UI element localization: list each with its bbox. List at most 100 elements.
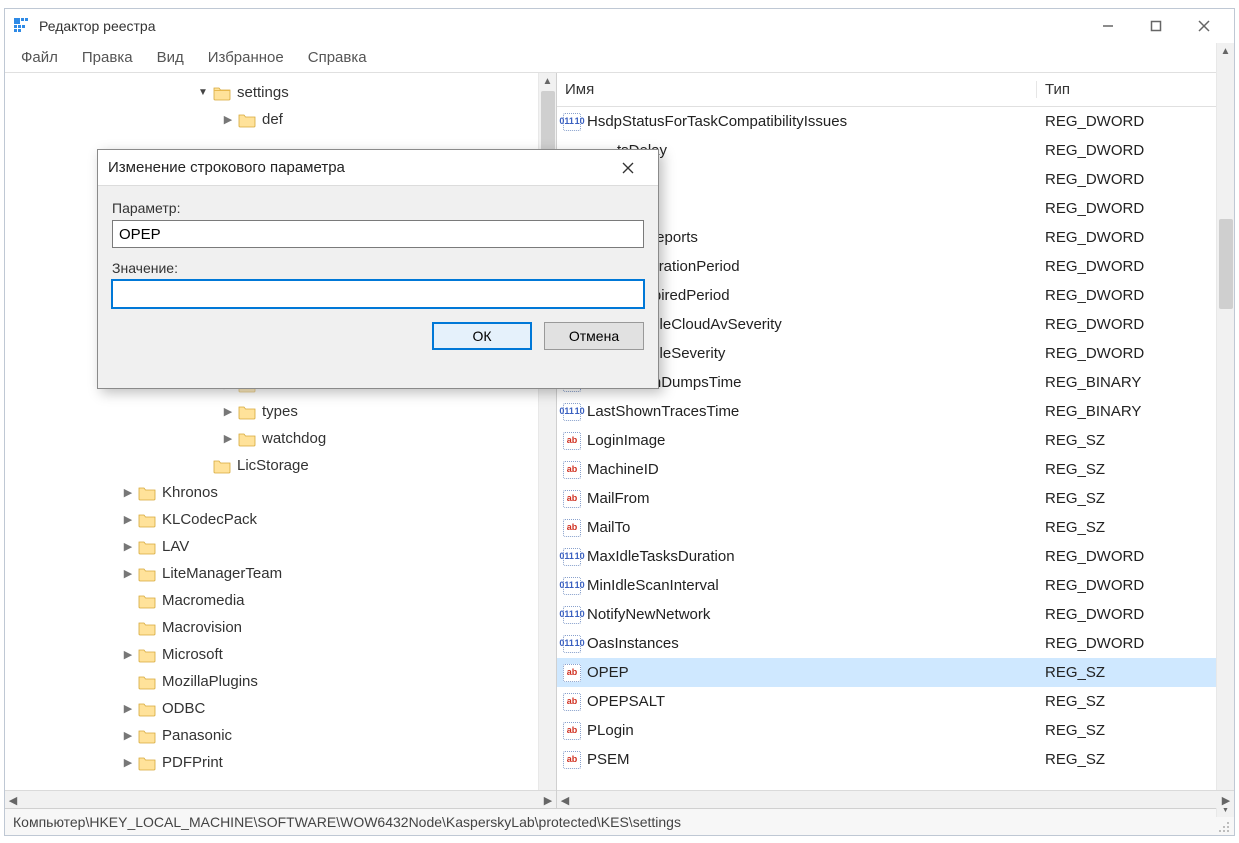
binary-value-icon: 011 10	[563, 635, 581, 653]
tree-item-label: ODBC	[162, 700, 205, 717]
expand-right-icon[interactable]: ▶	[120, 513, 136, 526]
value-name: OPEP	[587, 664, 629, 681]
dialog-close-button[interactable]	[608, 153, 648, 183]
value-row[interactable]: ab OPEP REG_SZ	[557, 658, 1234, 687]
tree-item[interactable]: ▶ def	[5, 106, 556, 133]
menu-favorites[interactable]: Избранное	[198, 45, 294, 70]
value-type: REG_DWORD	[1037, 229, 1214, 246]
value-type: REG_BINARY	[1037, 374, 1214, 391]
value-row[interactable]: 011 10OasInstancesREG_DWORD	[557, 629, 1234, 658]
string-value-icon: ab	[563, 664, 581, 682]
expand-right-icon[interactable]: ▶	[220, 432, 236, 445]
tree-item[interactable]: ▶ ODBC	[5, 695, 556, 722]
window-title: Редактор реестра	[39, 18, 156, 34]
menu-help[interactable]: Справка	[298, 45, 377, 70]
list-vertical-scrollbar[interactable]: ▲ ▼	[1216, 73, 1234, 808]
expand-right-icon[interactable]: ▶	[220, 113, 236, 126]
value-type: REG_BINARY	[1037, 403, 1214, 420]
tree-item[interactable]: ▶ Panasonic	[5, 722, 556, 749]
menubar: Файл Правка Вид Избранное Справка	[5, 43, 1234, 73]
value-row[interactable]: 011 10 LastShownTracesTime REG_BINARY	[557, 397, 1234, 426]
expand-right-icon[interactable]: ▶	[120, 756, 136, 769]
tree-item[interactable]: Macrovision	[5, 614, 556, 641]
tree-item[interactable]: ▶ types	[5, 398, 556, 425]
tree-item-label: MozillaPlugins	[162, 673, 258, 690]
tree-item-label: settings	[237, 84, 289, 101]
string-value-icon: ab	[563, 693, 581, 711]
tree-item[interactable]: MozillaPlugins	[5, 668, 556, 695]
titlebar: Редактор реестра	[5, 9, 1234, 43]
tree-item[interactable]: ▶ KLCodecPack	[5, 506, 556, 533]
value-row[interactable]: abMailToREG_SZ	[557, 513, 1234, 542]
value-type: REG_DWORD	[1037, 200, 1214, 217]
tree-item[interactable]: ▶ LAV	[5, 533, 556, 560]
value-type: REG_SZ	[1037, 519, 1214, 536]
menu-edit[interactable]: Правка	[72, 45, 143, 70]
value-type: REG_SZ	[1037, 664, 1214, 681]
value-type: REG_DWORD	[1037, 258, 1214, 275]
menu-file[interactable]: Файл	[11, 45, 68, 70]
folder-icon	[138, 728, 156, 744]
value-row[interactable]: abMachineIDREG_SZ	[557, 455, 1234, 484]
param-value-field[interactable]	[112, 280, 644, 308]
menu-view[interactable]: Вид	[147, 45, 194, 70]
dialog-title: Изменение строкового параметра	[108, 159, 345, 176]
value-type: REG_DWORD	[1037, 606, 1214, 623]
expand-right-icon[interactable]: ▶	[120, 567, 136, 580]
close-button[interactable]	[1182, 11, 1226, 41]
cancel-button[interactable]: Отмена	[544, 322, 644, 350]
tree-item[interactable]: ▶ PDFPrint	[5, 749, 556, 776]
expand-right-icon[interactable]: ▶	[120, 702, 136, 715]
expand-right-icon[interactable]: ▶	[220, 405, 236, 418]
string-value-icon: ab	[563, 461, 581, 479]
folder-icon	[138, 647, 156, 663]
value-row[interactable]: 011 10 NotifyNewNetwork REG_DWORD	[557, 600, 1234, 629]
list-horizontal-scrollbar[interactable]: ◀▶	[557, 790, 1234, 808]
tree-item[interactable]: ▶ Khronos	[5, 479, 556, 506]
value-row[interactable]: abPSEMREG_SZ	[557, 745, 1234, 774]
folder-icon	[138, 485, 156, 501]
tree-item-label: types	[262, 403, 298, 420]
tree-item[interactable]: Macromedia	[5, 587, 556, 614]
tree-item-label: Panasonic	[162, 727, 232, 744]
binary-value-icon: 011 10	[563, 403, 581, 421]
param-name-field[interactable]	[112, 220, 644, 248]
value-row[interactable]: 011 10MinIdleScanIntervalREG_DWORD	[557, 571, 1234, 600]
ok-button[interactable]: ОК	[432, 322, 532, 350]
tree-item[interactable]: ▶ Microsoft	[5, 641, 556, 668]
value-row[interactable]: abLoginImageREG_SZ	[557, 426, 1234, 455]
column-name[interactable]: Имя	[557, 81, 1037, 98]
folder-icon	[138, 755, 156, 771]
resize-grip-icon[interactable]	[1216, 819, 1230, 833]
tree-item[interactable]: LicStorage	[5, 452, 556, 479]
value-name: NotifyNewNetwork	[587, 606, 710, 623]
column-type[interactable]: Тип	[1037, 81, 1214, 98]
value-row[interactable]: abMailFromREG_SZ	[557, 484, 1234, 513]
value-row[interactable]: 011 10HsdpStatusForTaskCompatibilityIssu…	[557, 107, 1234, 136]
edit-string-dialog: Изменение строкового параметра Параметр:…	[97, 149, 659, 389]
value-row[interactable]: abPLoginREG_SZ	[557, 716, 1234, 745]
expand-right-icon[interactable]: ▶	[120, 486, 136, 499]
value-name: LastShownTracesTime	[587, 403, 739, 420]
tree-item[interactable]: ▶ LiteManagerTeam	[5, 560, 556, 587]
value-name: MinIdleScanInterval	[587, 577, 719, 594]
tree-horizontal-scrollbar[interactable]: ◀▶	[5, 790, 556, 808]
maximize-button[interactable]	[1134, 11, 1178, 41]
value-type: REG_SZ	[1037, 490, 1214, 507]
expand-down-icon[interactable]: ▼	[195, 87, 211, 98]
expand-right-icon[interactable]: ▶	[120, 648, 136, 661]
folder-icon	[138, 539, 156, 555]
value-row[interactable]: 011 10MaxIdleTasksDurationREG_DWORD	[557, 542, 1234, 571]
value-row[interactable]: abOPEPSALTREG_SZ	[557, 687, 1234, 716]
value-type: REG_DWORD	[1037, 287, 1214, 304]
value-name: HsdpStatusForTaskCompatibilityIssues	[587, 113, 847, 130]
tree-item[interactable]: ▶ watchdog	[5, 425, 556, 452]
tree-item[interactable]: ▼ settings	[5, 79, 556, 106]
expand-right-icon[interactable]: ▶	[120, 540, 136, 553]
minimize-button[interactable]	[1086, 11, 1130, 41]
status-path: Компьютер\HKEY_LOCAL_MACHINE\SOFTWARE\WO…	[13, 814, 681, 830]
binary-value-icon: 011 10	[563, 606, 581, 624]
app-icon	[13, 17, 31, 35]
expand-right-icon[interactable]: ▶	[120, 729, 136, 742]
string-value-icon: ab	[563, 432, 581, 450]
